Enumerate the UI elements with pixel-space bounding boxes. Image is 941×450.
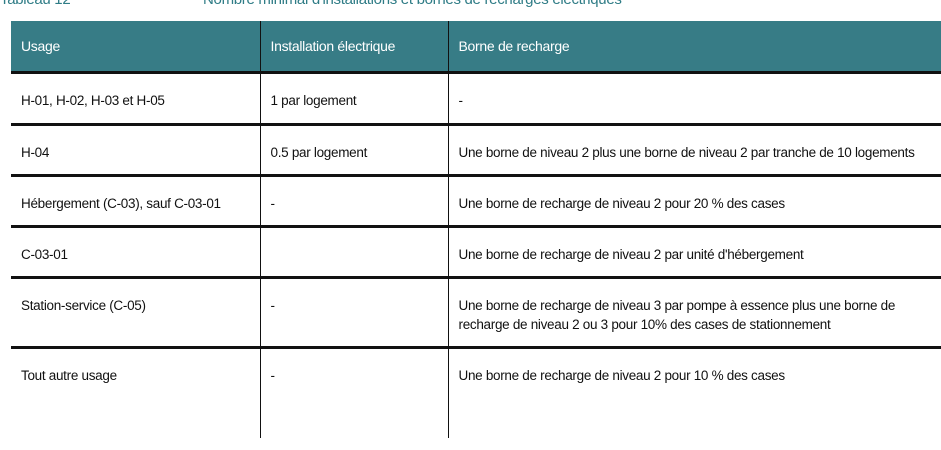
cell-installation [259, 226, 448, 279]
cell-usage: Tout autre usage [21, 368, 117, 383]
table-row: Tout autre usage - Une borne de recharge… [11, 347, 941, 438]
cell-installation: - [259, 347, 448, 438]
cell-usage: H-04 [11, 124, 260, 177]
cell-installation: - [259, 175, 448, 228]
cell-usage: C-03-01 [11, 226, 260, 279]
cell-installation: 1 par logement [259, 72, 448, 126]
cell-usage: H-01, H-02, H-03 et H-05 [11, 72, 260, 126]
cell-usage: Hébergement (C-03), sauf C-03-01 [11, 175, 260, 228]
cell-installation: - [259, 277, 448, 349]
cell-usage: Station-service (C-05) [11, 277, 260, 349]
table-row: Station-service (C-05) - Une borne de re… [11, 277, 941, 349]
header-row: Usage Installation électrique Borne de r… [11, 21, 941, 74]
requirements-table: Usage Installation électrique Borne de r… [11, 21, 941, 438]
table-row: H-04 0.5 par logement Une borne de nivea… [11, 124, 941, 177]
cell-borne: Une borne de recharge de niveau 2 pour 2… [447, 175, 941, 228]
table-row: Hébergement (C-03), sauf C-03-01 - Une b… [11, 175, 941, 228]
header-installation: Installation électrique [259, 21, 448, 74]
cell-installation: 0.5 par logement [259, 124, 448, 177]
header-usage: Usage [11, 21, 260, 74]
table-row: C-03-01 Une borne de recharge de niveau … [11, 226, 941, 279]
header-borne: Borne de recharge [447, 21, 941, 74]
table-number: Tableau 12 [0, 0, 71, 8]
cell-borne: Une borne de recharge de niveau 2 par un… [447, 226, 941, 279]
cell-borne: Une borne de niveau 2 plus une borne de … [447, 124, 941, 177]
cell-borne: - [447, 72, 941, 126]
table-title: Nombre minimal d'installations et bornes… [203, 0, 622, 8]
table-row: H-01, H-02, H-03 et H-05 1 par logement … [11, 72, 941, 126]
cell-borne: Une borne de recharge de niveau 2 pour 1… [447, 347, 941, 438]
cell-borne: Une borne de recharge de niveau 3 par po… [447, 277, 941, 349]
